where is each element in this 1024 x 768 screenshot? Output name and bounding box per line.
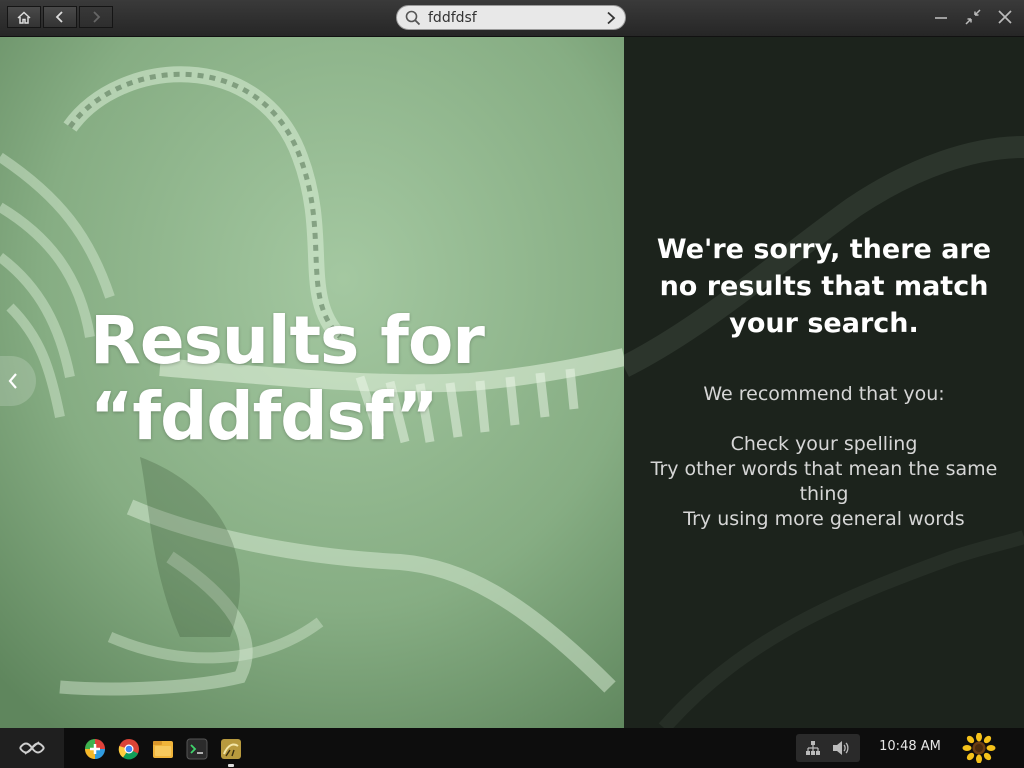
terminal-icon[interactable] [186, 738, 208, 760]
files-icon[interactable] [152, 738, 174, 760]
network-icon[interactable] [805, 740, 821, 756]
forward-button[interactable] [79, 6, 113, 28]
minimize-icon[interactable] [933, 9, 949, 25]
nav-buttons [7, 6, 113, 28]
results-title: Results for “fddfdsf” [90, 303, 610, 455]
results-hero: Results for “fddfdsf” [0, 37, 624, 728]
home-icon [17, 10, 31, 24]
unmaximize-icon[interactable] [965, 9, 981, 25]
suggestion-item: Try other words that mean the same thing [650, 458, 998, 505]
close-icon[interactable] [997, 9, 1013, 25]
app-store-icon[interactable] [84, 738, 106, 760]
back-button[interactable] [43, 6, 77, 28]
encyclopedia-icon[interactable] [220, 738, 242, 760]
sunflower-icon[interactable] [962, 733, 996, 763]
results-title-query: “fddfdsf” [90, 378, 439, 455]
results-title-line-1: Results for [90, 302, 485, 379]
clock[interactable]: 10:48 AM [872, 739, 948, 754]
search-go-icon[interactable] [606, 11, 616, 25]
chevron-right-icon [93, 11, 101, 23]
suggestion-item: Try using more general words [683, 508, 965, 530]
taskbar: 10:48 AM [0, 728, 1024, 768]
suggestions-list: Check your spelling Try other words that… [649, 432, 999, 532]
start-button[interactable] [0, 728, 64, 768]
search-input[interactable] [428, 8, 593, 27]
chevron-left-icon [55, 11, 63, 23]
search-bar [396, 5, 626, 30]
suggestion-item: Check your spelling [730, 433, 918, 455]
volume-icon[interactable] [832, 740, 850, 756]
title-bar [0, 0, 1024, 37]
endless-logo-icon [19, 741, 45, 755]
no-results-panel: We're sorry, there are no results that m… [624, 37, 1024, 728]
chrome-icon[interactable] [118, 738, 140, 760]
search-icon [405, 10, 421, 26]
content-area: Results for “fddfdsf” We're sorry, there… [0, 37, 1024, 728]
chevron-left-icon [8, 373, 17, 389]
home-button[interactable] [7, 6, 41, 28]
system-tray [796, 734, 860, 762]
running-indicator [228, 764, 234, 767]
recommend-label: We recommend that you: [703, 383, 945, 405]
no-results-heading: We're sorry, there are no results that m… [656, 234, 992, 339]
